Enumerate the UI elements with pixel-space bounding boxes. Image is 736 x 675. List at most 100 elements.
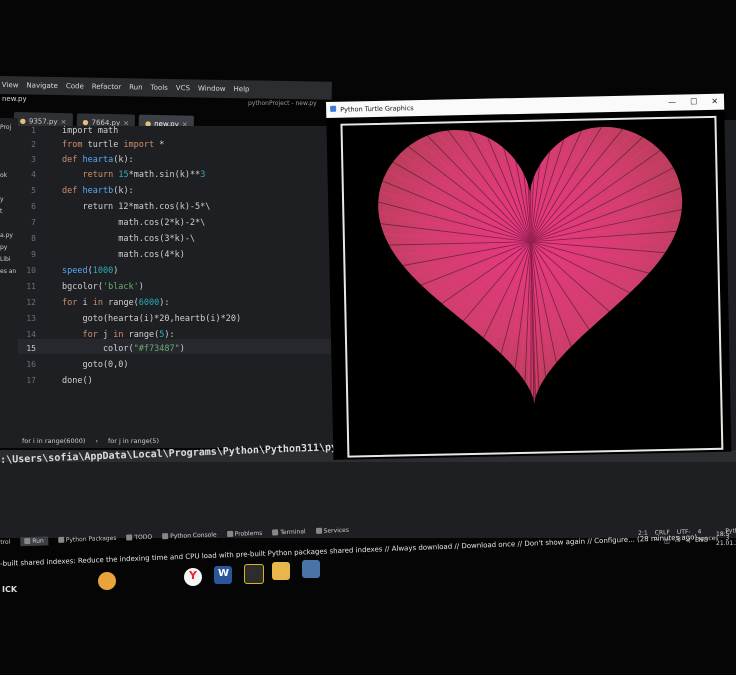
code-line[interactable]: for j in range(5): <box>62 330 174 340</box>
console-icon <box>162 533 169 540</box>
code-line[interactable]: math.cos(3*k)-\ <box>62 234 195 244</box>
tool-control[interactable]: trol <box>0 538 10 545</box>
menu-vcs[interactable]: VCS <box>176 84 190 92</box>
tool-label: trol <box>0 538 11 546</box>
quick-label: ICK <box>2 585 18 594</box>
python-turtle-taskbar-icon[interactable] <box>302 560 320 578</box>
tool-run[interactable]: Run <box>20 535 48 546</box>
turtle-feather-icon <box>330 105 337 112</box>
breadcrumb-item[interactable]: for i in range(6000) <box>22 437 85 445</box>
tool-label: Terminal <box>280 527 306 536</box>
menu-code[interactable]: Code <box>66 82 84 90</box>
minimize-icon[interactable]: — <box>668 98 676 107</box>
kw-def: def <box>62 155 78 165</box>
menu-tools[interactable]: Tools <box>151 84 168 92</box>
tool-label: TODO <box>134 533 153 541</box>
clock-time: 18:5 <box>716 531 730 538</box>
code-line[interactable]: goto(0,0) <box>62 360 128 370</box>
line-number: 16 <box>26 360 36 369</box>
language-indicator[interactable]: ENG <box>695 537 708 544</box>
menu-refactor[interactable]: Refactor <box>92 83 122 92</box>
project-sidebar: Proj ok y t a.py py Libi es an <box>0 118 18 448</box>
close-icon[interactable]: ✕ <box>711 97 718 106</box>
breadcrumb-item[interactable]: for j in range(5) <box>108 437 159 445</box>
kw-import: import <box>123 140 155 150</box>
clock-date: 21.01.2 <box>716 540 736 547</box>
code-line[interactable]: def heartb(k): <box>62 186 134 196</box>
sidebar-item[interactable]: es an <box>0 268 16 275</box>
tool-services[interactable]: Services <box>315 526 349 534</box>
word-icon[interactable]: W <box>214 566 232 584</box>
code-line[interactable]: math.cos(2*k)-2*\ <box>62 218 205 228</box>
tab-label: 9357.py <box>28 117 58 126</box>
line-number: 2 <box>31 140 36 149</box>
code-line[interactable]: return 15*math.sin(k)**3 <box>62 170 205 180</box>
sidebar-item[interactable]: py <box>0 244 7 251</box>
code-line[interactable]: done() <box>62 376 93 386</box>
kw-in: in <box>92 298 103 308</box>
code-line[interactable]: import math <box>62 126 118 136</box>
code-line[interactable]: goto(hearta(i)*20,heartb(i)*20) <box>62 314 241 324</box>
kw-for: for <box>62 298 78 308</box>
tool-todo[interactable]: TODO <box>126 533 152 541</box>
kw-return: return <box>82 170 114 180</box>
chevron-up-icon[interactable]: ^ <box>654 538 659 545</box>
turtle-window-title: Python Turtle Graphics <box>340 104 414 114</box>
tool-problems[interactable]: Problems <box>226 529 263 538</box>
fn-heartb: heartb <box>82 186 114 196</box>
tool-label: Python Console <box>170 530 217 540</box>
weather-icon[interactable] <box>98 572 116 590</box>
sidebar-item[interactable]: Libi <box>0 256 11 263</box>
sidebar-item[interactable]: a.py <box>0 232 13 239</box>
sidebar-item[interactable]: t <box>0 208 2 215</box>
sidebar-item[interactable]: ok <box>0 172 7 179</box>
menu-view[interactable]: View <box>2 81 19 89</box>
yandex-browser-icon[interactable]: Y <box>184 568 202 586</box>
line-number: 5 <box>31 186 36 195</box>
code-line[interactable]: from turtle import * <box>62 140 164 150</box>
code-line[interactable]: def hearta(k): <box>62 155 134 165</box>
code-editor[interactable]: 1 import math 2 from turtle import * 3 d… <box>18 126 336 434</box>
battery-icon[interactable]: ▭ <box>675 537 681 544</box>
clock[interactable]: 18:5 21.01.2 <box>716 530 736 548</box>
num-literal: 15 <box>118 170 129 180</box>
line-number: 11 <box>26 282 36 291</box>
terminal-icon <box>272 529 279 536</box>
sidebar-item[interactable]: Proj <box>0 124 11 131</box>
line-number: 8 <box>31 234 36 243</box>
turtle-graphics-window[interactable]: Python Turtle Graphics — ☐ ✕ <box>326 93 732 460</box>
kw-def: def <box>62 186 78 196</box>
volume-icon[interactable]: ◁ <box>685 537 690 544</box>
line-number: 4 <box>31 170 36 179</box>
python-file-icon: ● <box>19 117 27 126</box>
code-line[interactable]: math.cos(4*k) <box>62 250 185 260</box>
tool-label: Problems <box>234 529 263 538</box>
code-line[interactable]: color("#f73487") <box>62 344 185 354</box>
folder-icon[interactable] <box>272 562 290 580</box>
tool-python-packages[interactable]: Python Packages <box>57 534 117 543</box>
tool-python-console[interactable]: Python Console <box>162 531 217 540</box>
code-line[interactable]: return 12*math.cos(k)-5*\ <box>62 202 210 212</box>
menu-help[interactable]: Help <box>233 85 249 93</box>
screen: View Navigate Code Refactor Run Tools VC… <box>0 0 736 675</box>
turtle-canvas <box>340 115 724 458</box>
maximize-icon[interactable]: ☐ <box>690 97 697 106</box>
network-icon[interactable]: ◫ <box>664 538 670 545</box>
menu-window[interactable]: Window <box>198 84 226 92</box>
menu-run[interactable]: Run <box>129 83 143 91</box>
line-number: 14 <box>26 330 36 339</box>
run-icon <box>24 537 31 545</box>
menu-navigate[interactable]: Navigate <box>26 81 58 90</box>
code-line[interactable]: bgcolor('black') <box>62 282 144 292</box>
tool-terminal[interactable]: Terminal <box>272 528 306 536</box>
line-number: 12 <box>26 298 36 307</box>
window-controls: — ☐ ✕ <box>668 97 718 107</box>
pycharm-icon[interactable] <box>244 564 264 584</box>
code-line[interactable]: speed(1000) <box>62 266 118 276</box>
close-icon[interactable]: × <box>60 118 66 126</box>
code-line[interactable]: for i in range(6000): <box>62 298 170 308</box>
fn-speed: speed <box>62 266 88 276</box>
sidebar-item[interactable]: y <box>0 196 4 203</box>
packages-icon <box>57 536 64 543</box>
file-breadcrumb[interactable]: new.py <box>2 95 27 103</box>
